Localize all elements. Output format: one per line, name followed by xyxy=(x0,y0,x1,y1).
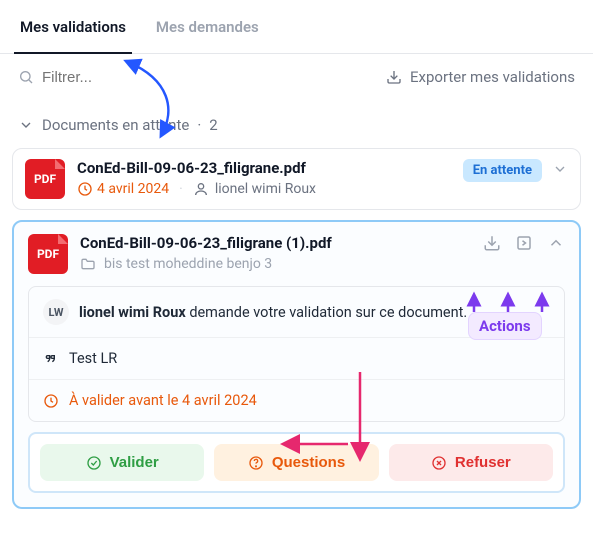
deadline-text: À valider avant le 4 avril 2024 xyxy=(69,392,257,409)
chevron-down-icon xyxy=(18,117,34,133)
download-icon xyxy=(483,234,501,252)
tab-mes-validations[interactable]: Mes validations xyxy=(14,0,132,54)
pdf-icon: PDF xyxy=(25,159,65,199)
section-header[interactable]: Documents en attente · 2 xyxy=(0,96,593,144)
search-icon xyxy=(18,69,34,85)
quote-icon xyxy=(43,351,59,367)
document-card[interactable]: PDF ConEd-Bill-09-06-23_filigrane.pdf 4 … xyxy=(12,148,581,210)
check-circle-icon xyxy=(86,455,102,471)
filter-input[interactable] xyxy=(42,69,202,86)
avatar: LW xyxy=(43,299,69,325)
questions-button[interactable]: Questions xyxy=(214,444,378,481)
collapse-toggle[interactable] xyxy=(547,234,565,256)
validate-button[interactable]: Valider xyxy=(40,444,204,481)
folder-icon xyxy=(80,256,96,272)
refuse-button[interactable]: Refuser xyxy=(389,444,553,481)
tabs: Mes validations Mes demandes xyxy=(0,0,593,54)
section-title: Documents en attente xyxy=(42,116,189,134)
clock-icon xyxy=(43,393,59,409)
filter-wrap xyxy=(18,69,202,86)
document-folder-text: bis test moheddine benjo 3 xyxy=(104,256,272,272)
question-circle-icon xyxy=(248,455,264,471)
refuse-label: Refuser xyxy=(455,454,511,471)
validate-label: Valider xyxy=(110,454,159,471)
user-icon xyxy=(193,181,209,197)
card-actions xyxy=(483,234,565,256)
status-badge: En attente xyxy=(463,159,542,182)
download-icon xyxy=(386,69,402,85)
section-sep: · xyxy=(197,116,201,134)
document-title: ConEd-Bill-09-06-23_filigrane.pdf xyxy=(77,159,451,177)
tab-mes-demandes[interactable]: Mes demandes xyxy=(150,0,265,54)
meta-sep: · xyxy=(179,181,183,197)
export-label: Exporter mes validations xyxy=(410,68,575,86)
deadline-row: À valider avant le 4 avril 2024 xyxy=(29,380,564,421)
document-user: lionel wimi Roux xyxy=(193,181,316,197)
chevron-down-icon xyxy=(552,161,568,177)
requester-row: LW lionel wimi Roux demande votre valida… xyxy=(29,287,564,338)
document-card-expanded: PDF ConEd-Bill-09-06-23_filigrane (1).pd… xyxy=(12,220,581,509)
x-circle-icon xyxy=(431,455,447,471)
document-user-text: lionel wimi Roux xyxy=(215,181,316,197)
chevron-up-icon xyxy=(547,234,565,252)
open-action[interactable] xyxy=(515,234,533,256)
export-button[interactable]: Exporter mes validations xyxy=(386,68,575,86)
expand-toggle[interactable] xyxy=(552,161,568,181)
document-detail: LW lionel wimi Roux demande votre valida… xyxy=(28,286,565,422)
decision-buttons: Valider Questions Refuser xyxy=(28,432,565,493)
document-title: ConEd-Bill-09-06-23_filigrane (1).pdf xyxy=(80,234,471,252)
note-row: Test LR xyxy=(29,338,564,380)
open-icon xyxy=(515,234,533,252)
download-action[interactable] xyxy=(483,234,501,256)
section-count: 2 xyxy=(209,116,217,134)
pdf-icon: PDF xyxy=(28,234,68,274)
requester-name: lionel wimi Roux xyxy=(79,304,186,321)
document-folder: bis test moheddine benjo 3 xyxy=(80,256,471,272)
note-text: Test LR xyxy=(69,350,117,367)
requester-text: demande votre validation sur ce document… xyxy=(186,304,467,321)
toolbar: Exporter mes validations xyxy=(0,54,593,96)
clock-icon xyxy=(77,181,93,197)
document-date-text: 4 avril 2024 xyxy=(97,181,169,197)
document-date: 4 avril 2024 xyxy=(77,181,169,197)
questions-label: Questions xyxy=(272,454,345,471)
